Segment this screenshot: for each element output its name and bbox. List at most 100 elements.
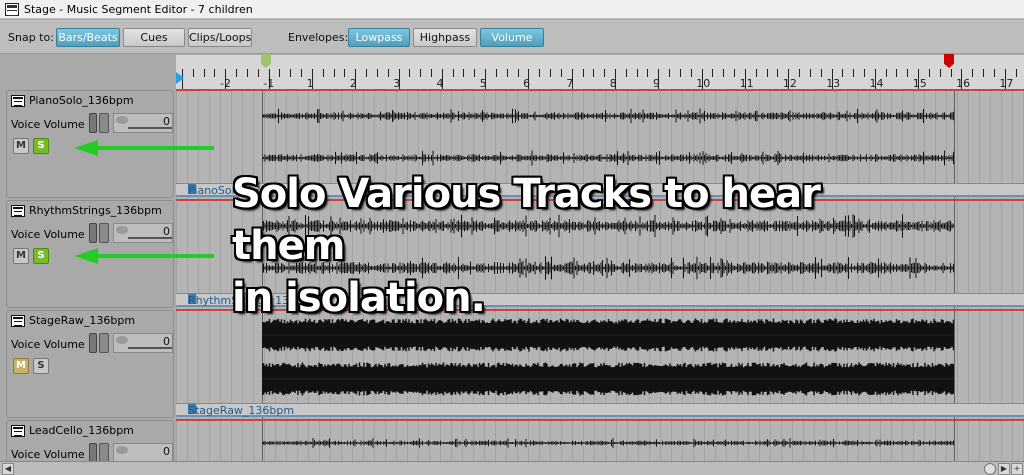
track-icon [11,315,25,327]
volume-spin-icon[interactable] [116,336,128,344]
ruler-tick [669,69,671,77]
ruler-tick [842,69,844,77]
mute-button[interactable]: M [13,248,29,264]
ruler-tick [246,69,248,77]
solo-button[interactable]: S [33,248,49,264]
ruler-tick [853,69,855,77]
track-header-stageraw: StageRaw_136bpm Voice Volume 0 M S [6,310,174,418]
voice-volume-field[interactable]: 0 [113,113,173,133]
ruler-tick [625,69,627,77]
voice-volume-field[interactable]: 0 [113,223,173,243]
track-name: RhythmStrings_136bpm [29,204,162,217]
volume-spin-icon[interactable] [116,116,128,124]
volume-fader-icon[interactable] [99,223,109,243]
volume-knob-icon[interactable] [89,333,97,353]
ruler-tick [290,69,292,77]
scroll-left-icon[interactable]: ◀ [2,463,14,475]
scroll-right-icon[interactable]: ▶ [998,463,1010,475]
envelope-lowpass-button[interactable]: Lowpass [348,28,410,47]
ruler-tick [799,69,801,77]
green-arrow-icon [74,140,214,156]
envelope-highpass-button[interactable]: Highpass [413,28,477,47]
voice-volume-field[interactable]: 0 [113,333,173,353]
volume-knob-icon[interactable] [89,113,97,133]
volume-spin-icon[interactable] [116,446,128,454]
ruler-tick [679,69,681,77]
ruler-tick [344,69,346,77]
ruler-tick [885,69,887,77]
snap-clips-loops-button[interactable]: Clips/Loops [188,28,252,47]
ruler-tick [420,69,422,77]
voice-volume-field[interactable]: 0 [113,443,173,463]
volume-fader-icon[interactable] [99,113,109,133]
title-bar: Stage - Music Segment Editor - 7 childre… [0,0,1024,19]
ruler-tick [366,69,368,77]
solo-button[interactable]: S [33,138,49,154]
ruler-tick [690,69,692,77]
ruler-tick [560,69,562,77]
track-lane-stageraw[interactable]: StageRaw_136bpm [176,309,1024,419]
ruler-tick [863,69,865,77]
mute-button[interactable]: M [13,138,29,154]
envelope-volume-button[interactable]: Volume [480,28,544,47]
track-lane-leadcello[interactable] [176,419,1024,461]
ruler-tick [214,69,216,77]
volume-knob-icon[interactable] [89,443,97,463]
solo-button[interactable]: S [33,358,49,374]
envelopes-label: Envelopes: [288,31,349,44]
volume-fader-icon[interactable] [99,443,109,463]
voice-volume-label: Voice Volume [11,228,85,241]
volume-knob-icon[interactable] [89,223,97,243]
track-icon [11,425,25,437]
ruler-tick [506,69,508,77]
track-header-leadcello: LeadCello_136bpm Voice Volume 0 [6,420,174,464]
volume-slider[interactable] [128,237,172,239]
mute-button[interactable]: M [13,358,29,374]
ruler-tick [755,69,757,77]
ruler-tick [939,69,941,77]
horizontal-scrollbar[interactable]: ◀ ▶ + [0,461,1024,475]
voice-volume-value: 0 [163,445,170,458]
ruler-tick [593,69,595,77]
ruler-tick [734,69,736,77]
snap-bars-beats-button[interactable]: Bars/Beats [56,28,120,47]
volume-fader-icon[interactable] [99,333,109,353]
volume-slider[interactable] [128,347,172,349]
volume-slider[interactable] [128,127,172,129]
track-icon [11,95,25,107]
timeline-ruler[interactable]: -2-1123456789101112131415161718 [176,55,1024,90]
ruler-tick [950,69,952,77]
ruler-tick [604,69,606,77]
ruler-tick [896,69,898,77]
zoom-out-icon[interactable] [984,463,996,475]
waveform-right [262,361,954,397]
ruler-tick [636,69,638,77]
ruler-tick [983,69,985,77]
snap-cues-button[interactable]: Cues [123,28,185,47]
zoom-in-icon[interactable]: + [1011,463,1023,475]
ruler-tick [452,69,454,77]
window-title: Stage - Music Segment Editor - 7 childre… [24,2,253,16]
track-icon [11,205,25,217]
ruler-tick [972,69,974,77]
voice-volume-label: Voice Volume [11,448,85,461]
ruler-tick [809,69,811,77]
volume-spin-icon[interactable] [116,226,128,234]
voice-volume-label: Voice Volume [11,338,85,351]
ruler-tick [517,69,519,77]
start-marker-icon[interactable] [176,72,184,84]
music-segment-editor-window: Stage - Music Segment Editor - 7 childre… [0,0,1024,475]
ruler-tick [203,69,205,77]
waveform-left [262,101,954,131]
ruler-tick [582,69,584,77]
clip-stageraw[interactable]: StageRaw_136bpm [176,403,1024,417]
green-arrow-icon [74,248,214,264]
ruler-tick [1015,69,1017,77]
bar-line [954,421,955,461]
ruler-tick [723,69,725,77]
ruler-tick [409,69,411,77]
track-name: LeadCello_136bpm [29,424,134,437]
ruler-tick [777,69,779,77]
ruler-tick [647,69,649,77]
ruler-tick [279,69,281,77]
